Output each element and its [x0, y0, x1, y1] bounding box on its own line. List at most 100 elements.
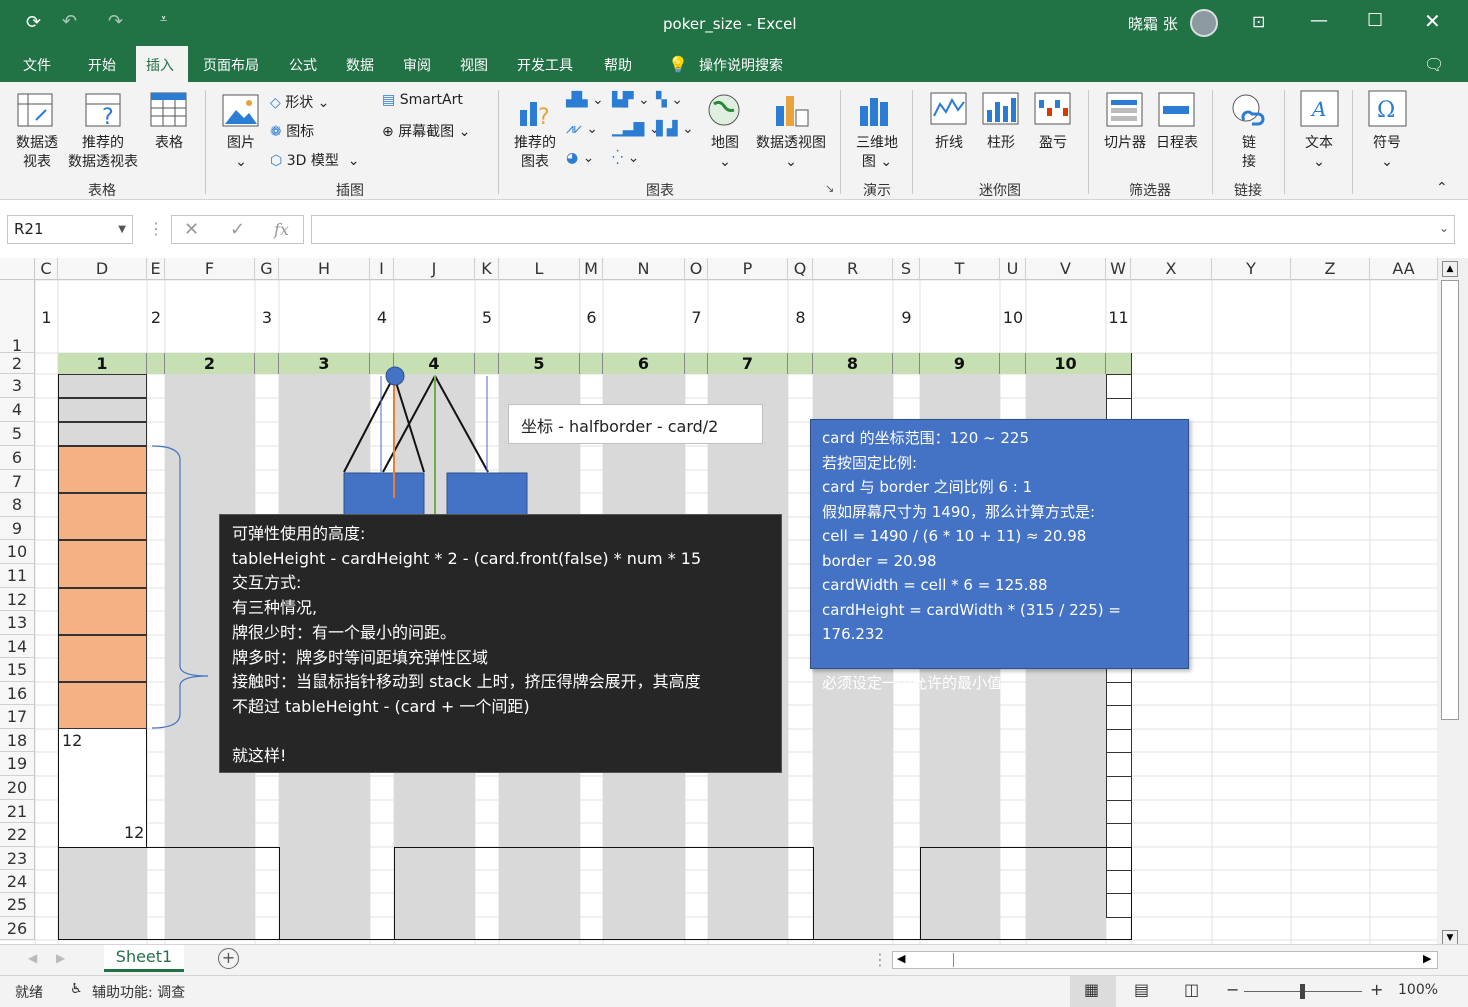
cube-icon: ⬡ — [270, 153, 283, 169]
drag-handle-icon[interactable]: ⋮ — [148, 219, 164, 238]
ribbon-display-icon[interactable]: ⊡ — [1252, 12, 1265, 31]
add-sheet-icon[interactable]: + — [218, 948, 239, 969]
slicer-button[interactable]: 切片器 — [1098, 134, 1152, 153]
sparkline-column-button[interactable]: 柱形 — [980, 134, 1022, 153]
icons-button[interactable]: ❁ 图标 — [270, 121, 314, 141]
tab-home[interactable]: 开始 — [88, 55, 116, 75]
next-sheet-icon[interactable]: ▶ — [56, 951, 65, 965]
tab-insert[interactable]: 插入 — [136, 46, 188, 82]
statistic-chart-button[interactable]: ▁▃▇ ⌄ — [612, 121, 660, 137]
bar-chart-button[interactable]: ▙▛ ⌄ — [612, 92, 650, 108]
scatter-chart-button[interactable]: ⁛ ⌄ — [612, 150, 639, 166]
name-box-value: R21 — [14, 220, 44, 238]
user-name[interactable]: 晓霜 张 — [1128, 13, 1178, 34]
enter-icon[interactable]: ✓ — [230, 219, 245, 240]
horizontal-scrollbar[interactable]: ◀ ▶ — [892, 951, 1438, 969]
table-button[interactable]: 表格 — [148, 134, 190, 153]
pie-chart-button[interactable]: ◕ ⌄ — [566, 150, 594, 166]
timeline-button[interactable]: 日程表 — [1150, 134, 1204, 153]
icons-icon: ❁ — [270, 124, 282, 140]
maps-button[interactable]: 地图 ⌄ — [704, 134, 746, 172]
insert-function-icon[interactable]: fx — [274, 220, 289, 239]
recommended-charts-button[interactable]: 推荐的 图表 — [508, 134, 562, 172]
sparkline-winloss-label: 盈亏 — [1039, 135, 1067, 151]
formula-input[interactable]: ⌄ — [311, 215, 1455, 244]
zoom-out-icon[interactable]: − — [1226, 980, 1239, 999]
autosave-icon[interactable]: ⟳ — [26, 12, 41, 33]
search-tell-me[interactable]: 操作说明搜索 — [699, 55, 783, 75]
shapes-button[interactable]: ◇ 形状 ⌄ — [270, 92, 329, 112]
scroll-thumb[interactable] — [1441, 280, 1459, 720]
table-label: 表格 — [155, 135, 183, 151]
smartart-button[interactable]: ▤ SmartArt — [382, 92, 463, 108]
sparkline-winloss-button[interactable]: 盈亏 — [1032, 134, 1074, 153]
prev-sheet-icon[interactable]: ◀ — [28, 951, 37, 965]
column-chart-button[interactable]: ▟▙ ⌄ — [566, 92, 604, 108]
avatar[interactable] — [1190, 9, 1218, 37]
symbols-button[interactable]: 符号 ⌄ — [1366, 134, 1408, 172]
splitter-icon[interactable]: ⋮ — [872, 950, 888, 969]
zoom-slider-thumb[interactable] — [1300, 984, 1305, 999]
vertical-scrollbar[interactable]: ▲ ▼ — [1438, 258, 1468, 946]
sparkline-winloss-icon — [1034, 92, 1071, 125]
combo-chart-button[interactable]: ▋▟ ⌄ — [656, 121, 694, 137]
cancel-icon[interactable]: ✕ — [184, 219, 199, 240]
recommended-pivot-label: 推荐的 数据透视表 — [68, 135, 138, 170]
close-icon[interactable]: ✕ — [1424, 9, 1441, 33]
scroll-up-icon[interactable]: ▲ — [1442, 261, 1458, 277]
recommended-pivot-button[interactable]: 推荐的 数据透视表 — [64, 134, 142, 172]
scroll-right-icon[interactable]: ▶ — [1423, 952, 1431, 965]
group-separator — [205, 90, 206, 194]
tab-file[interactable]: 文件 — [23, 55, 51, 75]
tab-view[interactable]: 视图 — [460, 55, 488, 75]
line-chart-button[interactable]: ⩘⩗ ⌄ — [566, 121, 598, 137]
sparkline-line-icon — [930, 92, 967, 125]
accessibility-icon: ♿ — [70, 981, 83, 997]
globe-map-icon — [708, 94, 740, 126]
zoom-in-icon[interactable]: + — [1370, 980, 1383, 999]
pictures-button[interactable]: 图片 ⌄ — [221, 134, 261, 172]
customize-qat-icon[interactable]: ⩡ — [160, 12, 167, 27]
waterfall-chart-button[interactable]: ▚ ⌄ — [656, 92, 683, 108]
accessibility-status[interactable]: 辅助功能: 调查 — [92, 982, 185, 1002]
collapse-ribbon-icon[interactable]: ⌃ — [1436, 180, 1448, 196]
3d-map-button[interactable]: 三维地 图 ⌄ — [850, 134, 904, 172]
dialog-launcher-icon[interactable]: ↘ — [825, 182, 834, 195]
sheet-tab-sheet1[interactable]: Sheet1 — [104, 945, 184, 972]
text-button[interactable]: 文本 ⌄ — [1298, 134, 1340, 172]
page-layout-view-icon[interactable]: ▤ — [1134, 980, 1149, 999]
name-box[interactable]: R21 ▼ — [7, 215, 133, 244]
pivot-table-button[interactable]: 数据透 视表 — [10, 134, 64, 172]
chevron-down-icon: ⌄ — [235, 154, 247, 170]
zoom-level[interactable]: 100% — [1398, 982, 1438, 998]
cell-grid — [0, 258, 1438, 944]
3d-models-button[interactable]: ⬡ 3D 模型 ⌄ — [270, 150, 359, 170]
screenshot-button[interactable]: ⊕ 屏幕截图 ⌄ — [382, 121, 470, 141]
group-label-filters: 筛选器 — [1129, 183, 1171, 199]
maximize-icon[interactable]: ☐ — [1367, 10, 1383, 31]
group-separator — [912, 90, 913, 194]
comments-icon[interactable]: 🗨 — [1424, 55, 1444, 74]
sparkline-line-button[interactable]: 折线 — [928, 134, 970, 153]
tab-page-layout[interactable]: 页面布局 — [203, 55, 259, 75]
page-break-view-icon[interactable]: ◫ — [1184, 980, 1199, 999]
group-separator — [1212, 90, 1213, 194]
scroll-left-icon[interactable]: ◀ — [897, 952, 905, 965]
group-label-illustrations: 插图 — [336, 183, 364, 199]
minimize-icon[interactable]: — — [1310, 10, 1328, 31]
worksheet[interactable] — [0, 258, 1438, 944]
tab-developer[interactable]: 开发工具 — [517, 55, 573, 75]
tab-review[interactable]: 审阅 — [403, 55, 431, 75]
ribbon: 数据透 视表 ? 推荐的 数据透视表 表格 表格 图片 ⌄ ◇ 形状 ⌄ ❁ 图标… — [0, 82, 1468, 200]
pivot-chart-button[interactable]: 数据透视图 ⌄ — [750, 134, 832, 172]
expand-formula-icon[interactable]: ⌄ — [1439, 221, 1449, 235]
tab-data[interactable]: 数据 — [346, 55, 374, 75]
undo-icon[interactable]: ↶ — [62, 11, 77, 32]
redo-icon[interactable]: ↷ — [108, 11, 123, 32]
pictures-label: 图片 — [227, 135, 255, 151]
h-scroll-thumb[interactable] — [953, 953, 1423, 967]
link-button[interactable]: 链 接 — [1228, 134, 1270, 172]
tab-help[interactable]: 帮助 — [604, 55, 632, 75]
tab-formulas[interactable]: 公式 — [289, 55, 317, 75]
picture-icon — [222, 94, 259, 127]
